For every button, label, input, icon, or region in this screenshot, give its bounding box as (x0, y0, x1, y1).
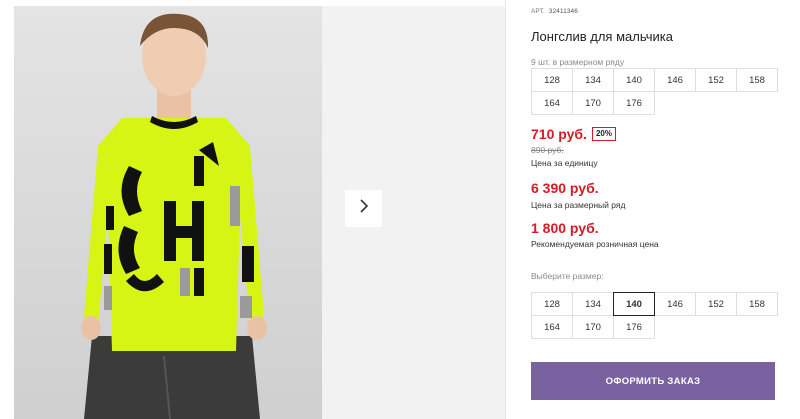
article-value: 32411346 (548, 8, 578, 15)
article-number: АРТ. 32411346 (531, 8, 578, 15)
size-row-cell: 128 (531, 68, 573, 92)
size-option[interactable]: 146 (654, 292, 696, 316)
unit-price-row: 710 руб. 20% (531, 126, 616, 142)
retail-price: 1 800 руб. (531, 220, 599, 236)
size-option[interactable]: 170 (572, 315, 614, 339)
row-price: 6 390 руб. (531, 180, 599, 196)
size-option[interactable]: 140 (613, 292, 655, 316)
product-photo[interactable] (14, 6, 322, 419)
size-option[interactable]: 128 (531, 292, 573, 316)
retail-price-label: Рекомендуемая розничная цена (531, 239, 659, 249)
product-photo-image (14, 6, 322, 419)
article-label: АРТ. (531, 8, 545, 15)
size-picker: 128 134 140 146 152 158 164 170 176 (531, 292, 778, 339)
size-option[interactable]: 152 (695, 292, 737, 316)
discount-badge: 20% (591, 127, 616, 141)
size-row-note: 9 шт. в размерном ряду (531, 57, 625, 67)
size-row-cell: 146 (654, 68, 696, 92)
product-gallery (0, 0, 505, 419)
order-button[interactable]: ОФОРМИТЬ ЗАКАЗ (531, 362, 775, 400)
old-price: 890 руб. (531, 145, 564, 155)
size-row-cell: 140 (613, 68, 655, 92)
size-row-cell: 170 (572, 91, 614, 115)
size-row-cell: 134 (572, 68, 614, 92)
size-option[interactable]: 134 (572, 292, 614, 316)
product-title: Лонгслив для мальчика (531, 29, 673, 44)
panel-divider (505, 0, 506, 419)
row-price-label: Цена за размерный ряд (531, 200, 626, 210)
size-row-cell: 164 (531, 91, 573, 115)
size-option[interactable]: 158 (736, 292, 778, 316)
size-row-cell: 158 (736, 68, 778, 92)
unit-price-label: Цена за единицу (531, 158, 598, 168)
size-option[interactable]: 176 (613, 315, 655, 339)
size-row-cell: 152 (695, 68, 737, 92)
chevron-right-icon (358, 198, 370, 219)
size-option[interactable]: 164 (531, 315, 573, 339)
size-row-cell: 176 (613, 91, 655, 115)
unit-price: 710 руб. (531, 126, 587, 142)
choose-size-label: Выберите размер: (531, 271, 604, 281)
gallery-next-button[interactable] (345, 190, 382, 227)
size-row-grid: 128 134 140 146 152 158 164 170 176 (531, 68, 778, 115)
